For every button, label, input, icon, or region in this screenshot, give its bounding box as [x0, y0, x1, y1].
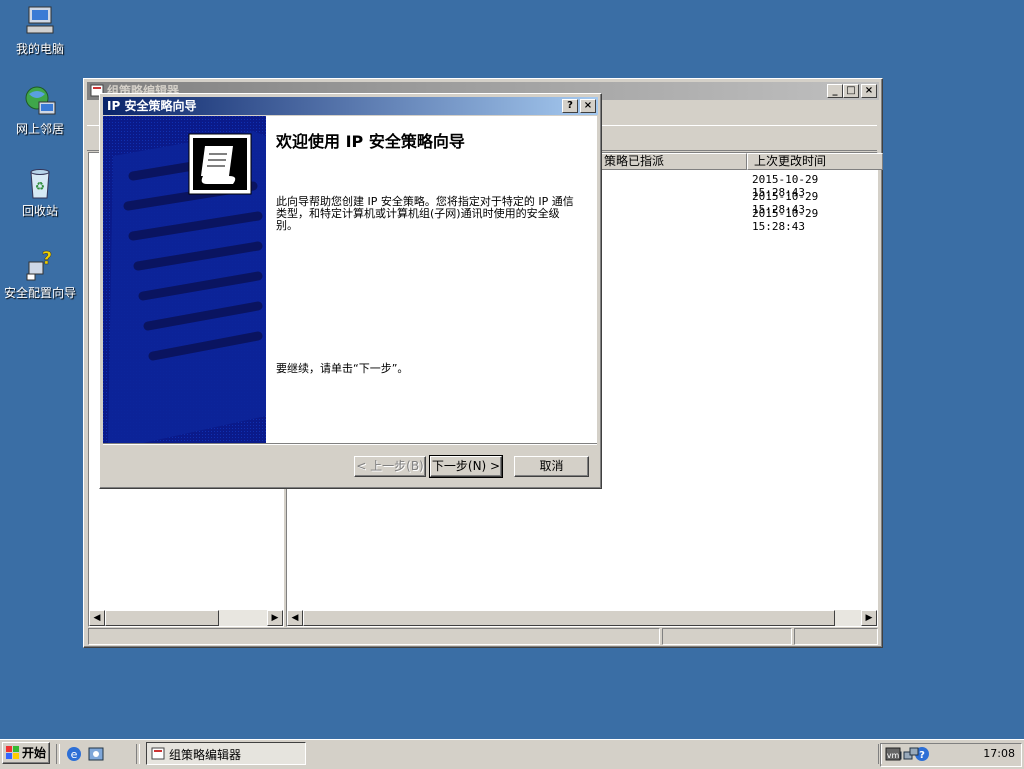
desktop-icon-security-wizard[interactable]: ? 安全配置向导: [0, 248, 80, 301]
status-pane: [88, 628, 660, 645]
cancel-button[interactable]: 取消: [514, 456, 589, 477]
tree-hscroll[interactable]: ◀ ▶: [89, 610, 283, 626]
next-button[interactable]: 下一步(N) >: [429, 455, 503, 478]
help-button[interactable]: ?: [562, 99, 578, 113]
scroll-thumb[interactable]: [105, 610, 219, 626]
desktop-icon-recycle-bin[interactable]: ♻ 回收站: [0, 166, 80, 219]
scroll-right-button[interactable]: ▶: [267, 610, 283, 626]
taskbar: 开始 e 组策略编辑器 ? vm 17:08: [0, 739, 1024, 769]
separator: [103, 443, 597, 445]
clock[interactable]: 17:08: [983, 747, 1015, 760]
list-hscroll[interactable]: ◀ ▶: [287, 610, 877, 626]
taskbar-divider: [136, 744, 140, 764]
minimize-button[interactable]: _: [827, 84, 843, 98]
show-desktop-icon[interactable]: [88, 746, 104, 765]
recycle-bin-icon: ♻: [23, 166, 57, 200]
wizard-side-panel: [103, 116, 266, 443]
wizard-description: 此向导帮助您创建 IP 安全策略。您将指定对于特定的 IP 通信类型，和特定计算…: [276, 195, 574, 232]
svg-text:e: e: [71, 748, 78, 761]
scroll-thumb[interactable]: [303, 610, 835, 626]
gpo-close-button[interactable]: ×: [861, 84, 877, 98]
column-header-modified[interactable]: 上次更改时间: [747, 153, 883, 170]
wizard-continue-text: 要继续，请单击“下一步”。: [276, 362, 409, 375]
back-button[interactable]: < 上一步(B): [354, 456, 426, 477]
status-pane: [662, 628, 792, 645]
svg-text:♻: ♻: [35, 180, 45, 193]
wizard-content: 欢迎使用 IP 安全策略向导 此向导帮助您创建 IP 安全策略。您将指定对于特定…: [266, 116, 597, 443]
scroll-left-button[interactable]: ◀: [89, 610, 105, 626]
wizard-watermark-graphic: [103, 116, 266, 443]
row-modified: 2015-10-29 15:28:43: [752, 207, 819, 233]
my-computer-icon: [23, 4, 57, 38]
svg-text:?: ?: [42, 248, 52, 269]
vm-tray-icon[interactable]: vm: [885, 747, 901, 764]
desktop-icon-my-computer[interactable]: 我的电脑: [0, 4, 80, 57]
network-connection-icon[interactable]: [903, 747, 919, 764]
svg-text:vm: vm: [887, 751, 900, 760]
column-header-assigned[interactable]: 策略已指派: [597, 153, 747, 170]
scroll-left-button[interactable]: ◀: [287, 610, 303, 626]
wizard-titlebar: IP 安全策略向导 ? ×: [103, 97, 598, 115]
ie-icon[interactable]: e: [66, 746, 82, 765]
maximize-button[interactable]: □: [843, 84, 859, 98]
desktop-icon-network[interactable]: 网上邻居: [0, 84, 80, 137]
wizard-heading: 欢迎使用 IP 安全策略向导: [276, 132, 465, 151]
scroll-right-button[interactable]: ▶: [861, 610, 877, 626]
taskbar-divider: [56, 744, 60, 764]
network-places-icon: [23, 84, 57, 118]
system-tray: vm 17:08: [880, 743, 1022, 767]
gpo-app-icon: [151, 746, 165, 763]
start-button[interactable]: 开始: [2, 742, 50, 764]
windows-logo-icon: [6, 746, 20, 766]
security-wizard-icon: ?: [23, 248, 57, 282]
taskbar-item-gpo[interactable]: 组策略编辑器: [146, 742, 306, 765]
status-pane: [794, 628, 878, 645]
wizard-dialog: IP 安全策略向导 ? × 欢迎使用 IP 安全策略向导 此向导帮助您创建 IP…: [99, 93, 602, 489]
close-button[interactable]: ×: [580, 99, 596, 113]
